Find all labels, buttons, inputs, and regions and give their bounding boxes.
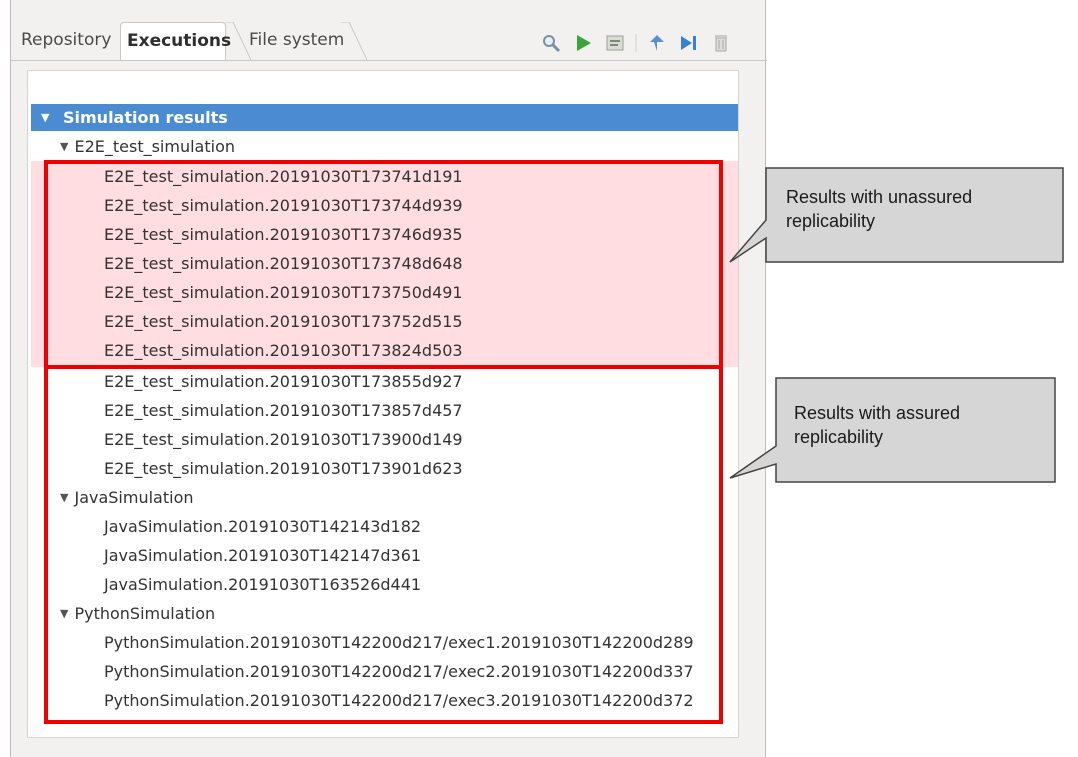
tree-root-label: Simulation results: [63, 108, 228, 127]
tab-divider: [11, 60, 767, 61]
run-icon[interactable]: [571, 31, 595, 55]
tab-bar: Repository Executions File system: [11, 8, 767, 60]
unassured-results-box: [44, 160, 723, 369]
trash-icon[interactable]: [709, 31, 733, 55]
tab-separator: [341, 22, 367, 60]
pin-icon[interactable]: [645, 31, 669, 55]
assured-results-box: [44, 365, 723, 724]
toolbar-separator: [635, 31, 637, 55]
search-icon[interactable]: [539, 31, 563, 55]
settings-icon[interactable]: [603, 31, 627, 55]
callout-assured-text: Results with assured replicability: [794, 403, 961, 447]
step-forward-icon[interactable]: [677, 31, 701, 55]
tab-executions[interactable]: Executions: [120, 22, 231, 60]
tree-group-label: E2E_test_simulation: [74, 137, 235, 156]
view-toolbar: [539, 28, 733, 58]
expand-arrow-icon[interactable]: ▼: [41, 104, 49, 131]
callout-unassured-text: Results with unassured replicability: [786, 187, 973, 231]
tree-group-e2e[interactable]: ▼ E2E_test_simulation: [60, 133, 235, 161]
tab-repository[interactable]: Repository: [15, 22, 117, 60]
tree-root-simulation-results[interactable]: ▼ Simulation results: [31, 104, 738, 131]
tab-file-system[interactable]: File system: [243, 22, 350, 60]
expand-arrow-icon[interactable]: ▼: [60, 140, 68, 153]
